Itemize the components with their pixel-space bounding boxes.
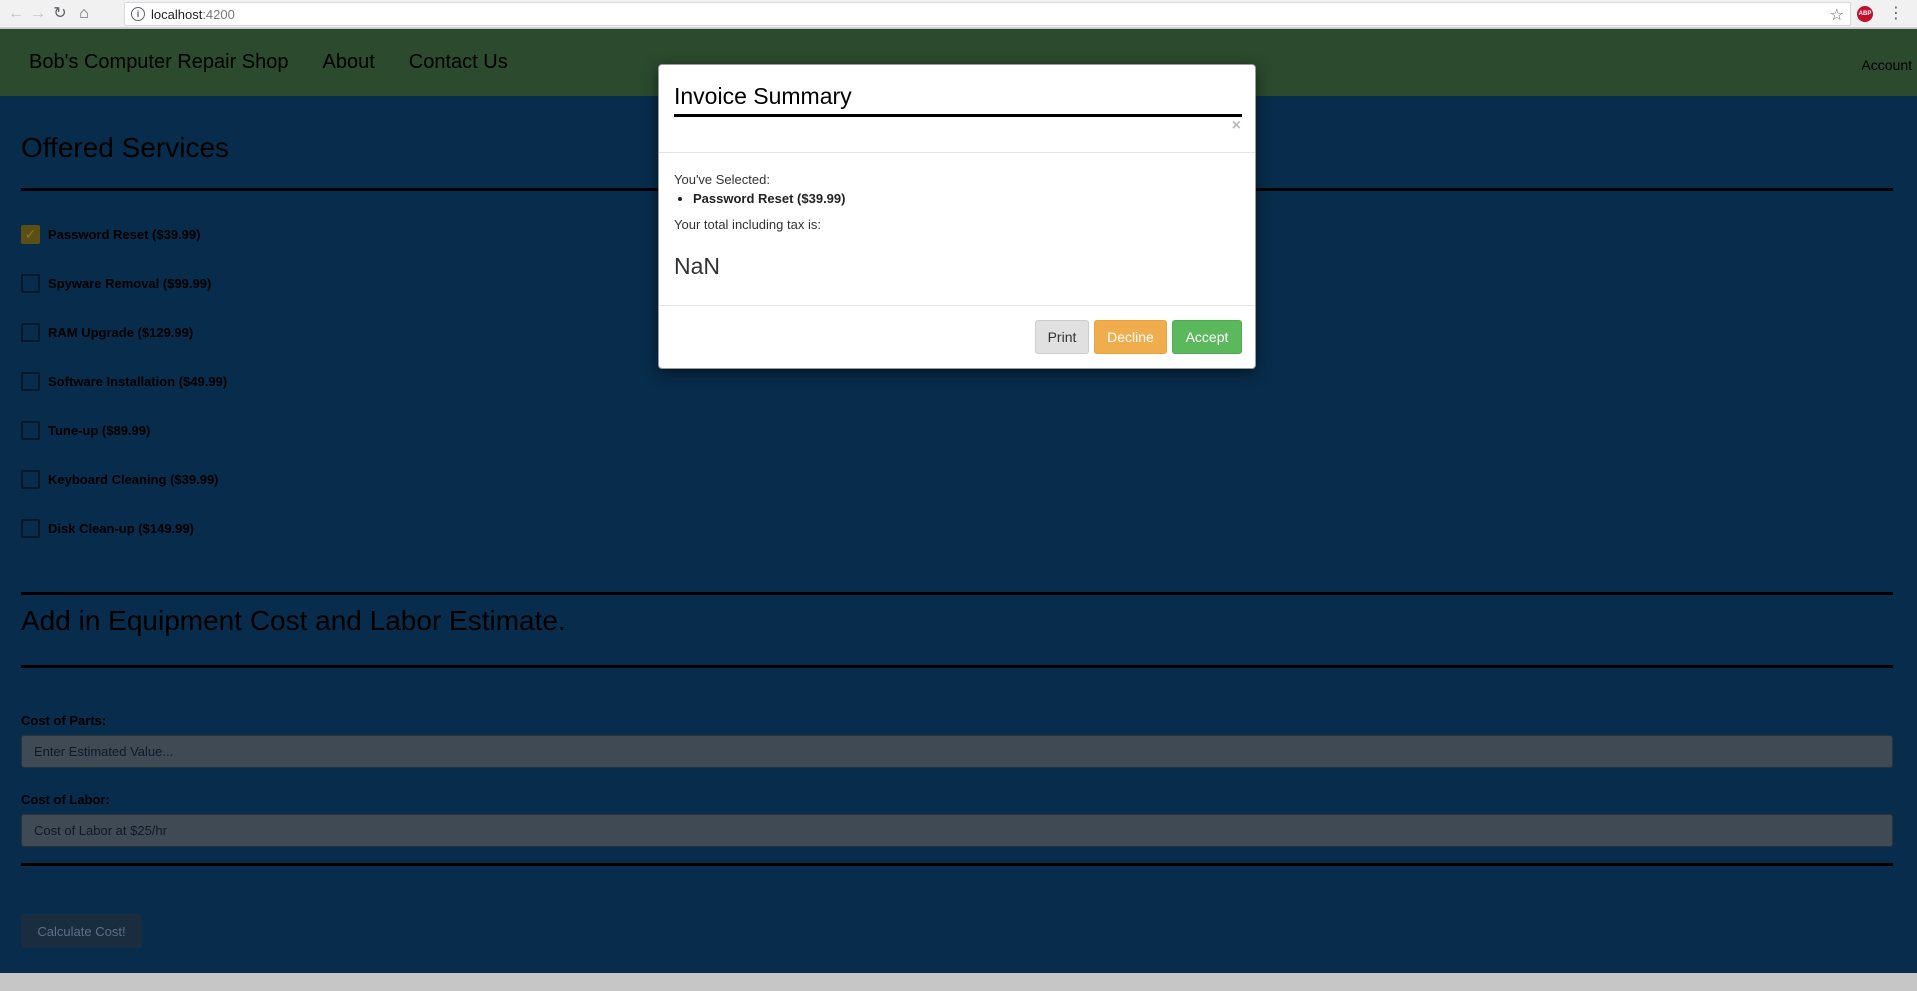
service-item[interactable]: Keyboard Cleaning ($39.99)	[21, 470, 219, 489]
browser-toolbar: ← → ↻ ⌂ i localhost:4200 ☆ ABP ⋮	[0, 0, 1917, 28]
service-checkbox[interactable]: ✓	[21, 225, 40, 244]
address-bar[interactable]: i localhost:4200 ☆	[124, 2, 1851, 26]
service-label: Password Reset ($39.99)	[48, 227, 201, 242]
nav-about[interactable]: About	[323, 51, 375, 74]
service-label: Keyboard Cleaning ($39.99)	[48, 472, 219, 487]
estimate-divider	[21, 665, 1893, 668]
service-item[interactable]: RAM Upgrade ($129.99)	[21, 323, 193, 342]
service-item[interactable]: Spyware Removal ($99.99)	[21, 274, 211, 293]
parts-label: Cost of Parts:	[21, 713, 107, 728]
forward-arrow-icon[interactable]: →	[28, 4, 48, 24]
print-button[interactable]: Print	[1035, 320, 1089, 354]
home-icon[interactable]: ⌂	[74, 4, 94, 24]
service-checkbox[interactable]	[21, 274, 40, 293]
service-item[interactable]: Software Installation ($49.99)	[21, 372, 227, 391]
form-divider	[21, 863, 1893, 866]
service-item[interactable]: ✓ Password Reset ($39.99)	[21, 225, 200, 244]
decline-button[interactable]: Decline	[1094, 320, 1167, 354]
bookmark-star-icon[interactable]: ☆	[1830, 5, 1844, 25]
service-item[interactable]: Tune-up ($89.99)	[21, 421, 150, 440]
selected-services-list: Password Reset ($39.99)	[674, 191, 845, 206]
service-label: Software Installation ($49.99)	[48, 374, 228, 389]
adblock-extension-icon[interactable]: ABP	[1857, 6, 1873, 22]
accept-button[interactable]: Accept	[1172, 320, 1242, 354]
brand-link[interactable]: Bob's Computer Repair Shop	[29, 51, 289, 74]
close-icon[interactable]: ×	[1232, 117, 1241, 135]
service-checkbox[interactable]	[21, 323, 40, 342]
labor-input[interactable]: Cost of Labor at $25/hr	[21, 814, 1893, 847]
labor-label: Cost of Labor:	[21, 792, 110, 807]
parts-input[interactable]: Enter Estimated Value...	[21, 735, 1893, 768]
service-checkbox[interactable]	[21, 421, 40, 440]
service-label: RAM Upgrade ($129.99)	[48, 325, 194, 340]
service-label: Spyware Removal ($99.99)	[48, 276, 212, 291]
service-checkbox[interactable]	[21, 519, 40, 538]
modal-footer-divider	[659, 305, 1255, 306]
service-checkbox[interactable]	[21, 372, 40, 391]
nav-account[interactable]: Account	[1861, 57, 1912, 73]
list-item: Password Reset ($39.99)	[693, 191, 845, 206]
browser-menu-icon[interactable]: ⋮	[1888, 3, 1904, 23]
service-checkbox[interactable]	[21, 470, 40, 489]
service-item[interactable]: Disk Clean-up ($149.99)	[21, 519, 194, 538]
total-value: NaN	[674, 253, 721, 279]
modal-title-underline	[674, 114, 1242, 117]
url-text: localhost:4200	[151, 6, 235, 22]
nav-contact-us[interactable]: Contact Us	[409, 51, 508, 74]
selected-label: You've Selected:	[674, 172, 770, 187]
back-arrow-icon[interactable]: ←	[6, 4, 26, 24]
total-label: Your total including tax is:	[674, 217, 821, 232]
services-heading: Offered Services	[21, 132, 230, 163]
modal-title: Invoice Summary	[674, 83, 852, 109]
calculate-cost-button[interactable]: Calculate Cost!	[21, 914, 142, 948]
section-divider	[21, 592, 1893, 595]
site-info-icon[interactable]: i	[131, 7, 145, 21]
estimate-heading: Add in Equipment Cost and Labor Estimate…	[21, 605, 566, 636]
reload-icon[interactable]: ↻	[50, 4, 70, 24]
modal-header-divider	[659, 152, 1255, 153]
service-label: Tune-up ($89.99)	[48, 423, 151, 438]
service-label: Disk Clean-up ($149.99)	[48, 521, 194, 536]
invoice-summary-modal: Invoice Summary × You've Selected: Passw…	[658, 64, 1256, 369]
footer-strip	[0, 974, 1917, 991]
